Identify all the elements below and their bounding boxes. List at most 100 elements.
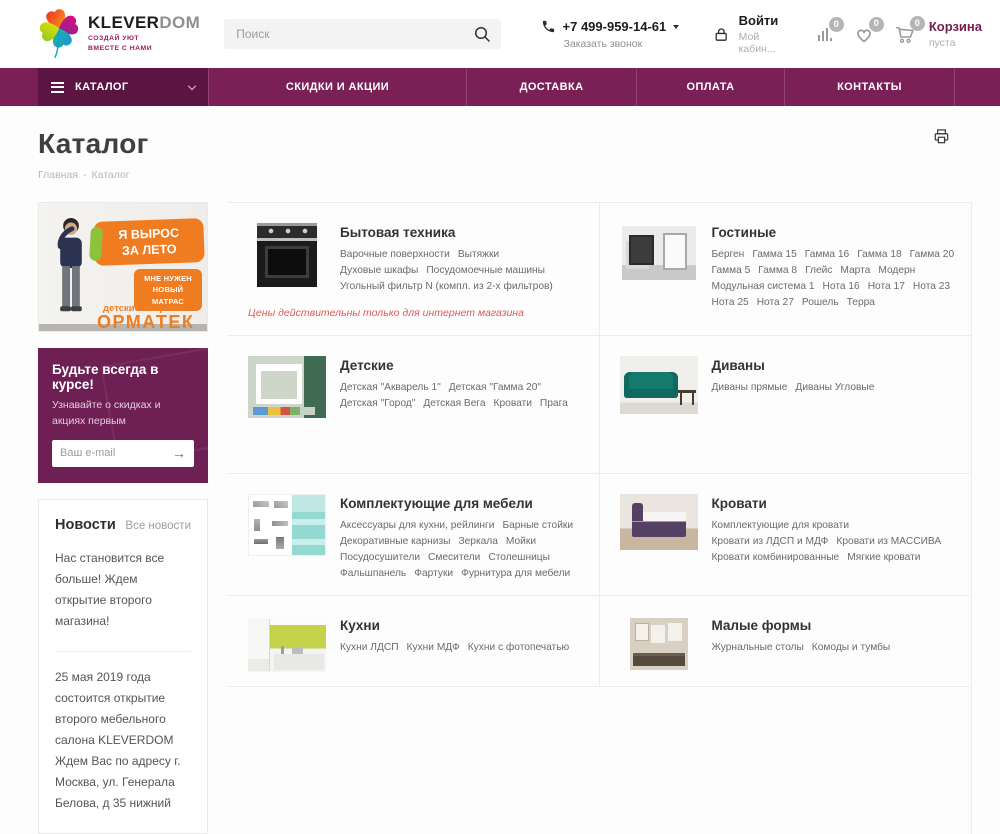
subcategory-link[interactable]: Декоративные карнизы <box>340 536 450 547</box>
category-thumbnail[interactable] <box>620 356 698 414</box>
category-title[interactable]: Бытовая техника <box>340 225 583 240</box>
account-link[interactable]: Мой кабин... <box>739 31 786 55</box>
nav-item-1[interactable]: СКИДКИ И АКЦИИ <box>208 68 466 106</box>
category-title[interactable]: Диваны <box>712 358 956 373</box>
subcategory-link[interactable]: Аксессуары для кухни, рейлинги <box>340 520 494 531</box>
category-title[interactable]: Гостиные <box>712 225 956 240</box>
subcategory-link[interactable]: Посудомоечные машины <box>426 265 545 276</box>
favorites-button[interactable]: 0 <box>854 25 874 44</box>
subcategory-link[interactable]: Кровати <box>494 398 532 409</box>
category-title[interactable]: Комплектующие для мебели <box>340 496 583 511</box>
subcategory-link[interactable]: Гамма 16 <box>805 249 849 260</box>
subcategory-link[interactable]: Журнальные столы <box>712 642 804 653</box>
subcategory-link[interactable]: Диваны прямые <box>712 382 788 393</box>
subcategory-link[interactable]: Нота 17 <box>868 281 905 292</box>
subcategory-link[interactable]: Фартуки <box>414 568 453 579</box>
login-link[interactable]: Войти <box>739 13 786 29</box>
subcategory-link[interactable]: Гамма 18 <box>857 249 901 260</box>
category-title[interactable]: Кухни <box>340 618 583 633</box>
category-thumbnail[interactable] <box>248 356 326 418</box>
nav-catalog-button[interactable]: КАТАЛОГ <box>38 68 208 106</box>
subcategory-link[interactable]: Кухни МДФ <box>407 642 460 653</box>
callback-link[interactable]: Заказать звонок <box>564 38 680 50</box>
subcategory-link[interactable]: Гамма 15 <box>752 249 796 260</box>
subcategory-link[interactable]: Детская "Акварель 1" <box>340 382 441 393</box>
subcategory-link[interactable]: Кровати из МАССИВА <box>836 536 941 547</box>
cart-link[interactable]: Корзина пуста <box>929 19 982 49</box>
subcategory-link[interactable]: Посудосушители <box>340 552 420 563</box>
nav-item-4[interactable]: КОНТАКТЫ <box>784 68 954 106</box>
subcategory-link[interactable]: Мойки <box>506 536 536 547</box>
category-thumbnail[interactable] <box>620 223 698 308</box>
subcategory-link[interactable]: Вытяжки <box>458 249 499 260</box>
category-title[interactable]: Малые формы <box>712 618 956 633</box>
subcategory-link[interactable]: Прага <box>540 398 568 409</box>
subcategory-link[interactable]: Варочные поверхности <box>340 249 450 260</box>
subcategory-link[interactable]: Барные стойки <box>502 520 573 531</box>
category-thumbnail[interactable] <box>248 616 326 672</box>
subcategory-link[interactable]: Марта <box>840 265 870 276</box>
content: Я ВЫРОС ЗА ЛЕТО МНЕ НУЖЕН НОВЫЙ МАТРАС д… <box>38 202 972 834</box>
brand-name: KLEVERDOM <box>88 14 200 31</box>
subcategory-link[interactable]: Фурнитура для мебели <box>461 568 570 579</box>
subcategory-link[interactable]: Детская "Гамма 20" <box>449 382 541 393</box>
print-button[interactable] <box>933 128 950 145</box>
cart-button[interactable]: 0 <box>894 24 915 44</box>
catalog-grid: Бытовая техника Варочные поверхности Вытя… <box>228 202 972 834</box>
category-thumbnail[interactable] <box>248 223 326 292</box>
subcategory-link[interactable]: Детская Вега <box>423 398 485 409</box>
subcategory-link[interactable]: Кухни с фотопечатью <box>468 642 569 653</box>
subcategory-link[interactable]: Комплектующие для кровати <box>712 520 850 531</box>
subcategory-link[interactable]: Нота 23 <box>913 281 950 292</box>
subcategory-link[interactable]: Диваны Угловые <box>795 382 874 393</box>
subcategory-link[interactable]: Нота 27 <box>757 297 794 308</box>
subcategory-link[interactable]: Угольный фильтр N (компл. из 2-х фильтро… <box>340 281 553 292</box>
subcategory-link[interactable]: Детская "Город" <box>340 398 415 409</box>
subcategory-link[interactable]: Смесители <box>428 552 480 563</box>
news-list: Нас становится все больше! Ждем открытие… <box>55 533 191 833</box>
subcategory-link[interactable]: Кровати из ЛДСП и МДФ <box>712 536 829 547</box>
compare-count-badge: 0 <box>829 17 844 32</box>
search-icon[interactable] <box>473 25 491 43</box>
category-thumbnail[interactable] <box>248 494 326 579</box>
subcategory-link[interactable]: Гамма 8 <box>758 265 797 276</box>
subcategory-link[interactable]: Модульная система 1 <box>712 281 815 292</box>
search-input[interactable] <box>234 26 472 42</box>
subcategory-link[interactable]: Берген <box>712 249 745 260</box>
nav-items: СКИДКИ И АКЦИИДОСТАВКАОПЛАТАКОНТАКТЫ <box>208 68 1000 106</box>
subcategory-link[interactable]: Духовые шкафы <box>340 265 418 276</box>
phone-dropdown-caret-icon[interactable] <box>673 25 679 29</box>
subcategory-link[interactable]: Кухни ЛДСП <box>340 642 399 653</box>
subcategory-link[interactable]: Модерн <box>878 265 915 276</box>
subcategory-link[interactable]: Комоды и тумбы <box>812 642 890 653</box>
category-title[interactable]: Детские <box>340 358 583 373</box>
compare-button[interactable]: 0 <box>816 25 834 43</box>
subcategory-link[interactable]: Гамма 20 <box>910 249 954 260</box>
subcategory-link[interactable]: Глейс <box>805 265 832 276</box>
phone-number[interactable]: +7 499-959-14-61 <box>563 19 667 34</box>
subcategory-link[interactable]: Столешницы <box>488 552 550 563</box>
login-block[interactable]: Войти Мой кабин... <box>713 13 786 55</box>
subcategory-link[interactable]: Терра <box>847 297 875 308</box>
nav-item-2[interactable]: ДОСТАВКА <box>466 68 636 106</box>
email-field[interactable] <box>52 447 164 459</box>
category-thumbnail[interactable] <box>620 616 698 670</box>
breadcrumb-home[interactable]: Главная <box>38 169 78 181</box>
logo[interactable]: KLEVERDOM СОЗДАЙ УЮТ ВМЕСТЕ С НАМИ <box>38 6 200 62</box>
category-thumbnail[interactable] <box>620 494 698 563</box>
subcategory-link[interactable]: Кровати комбинированные <box>712 552 840 563</box>
subcategory-link[interactable]: Зеркала <box>458 536 497 547</box>
news-item[interactable]: 25 мая 2019 года состоится открытие втор… <box>55 651 191 833</box>
subcategory-link[interactable]: Гамма 5 <box>712 265 751 276</box>
subcategory-link[interactable]: Фальшпанель <box>340 568 406 579</box>
subcategory-link[interactable]: Рошель <box>802 297 839 308</box>
all-news-link[interactable]: Все новости <box>125 520 191 532</box>
nav-item-3[interactable]: ОПЛАТА <box>636 68 784 106</box>
subcategory-link[interactable]: Мягкие кровати <box>847 552 920 563</box>
subcategory-link[interactable]: Нота 25 <box>712 297 749 308</box>
subcategory-link[interactable]: Нота 16 <box>823 281 860 292</box>
category-title[interactable]: Кровати <box>712 496 956 511</box>
news-item[interactable]: Нас становится все больше! Ждем открытие… <box>55 533 191 651</box>
ormatek-banner[interactable]: Я ВЫРОС ЗА ЛЕТО МНЕ НУЖЕН НОВЫЙ МАТРАС д… <box>38 202 208 332</box>
newsletter-submit-button[interactable]: → <box>164 440 194 467</box>
